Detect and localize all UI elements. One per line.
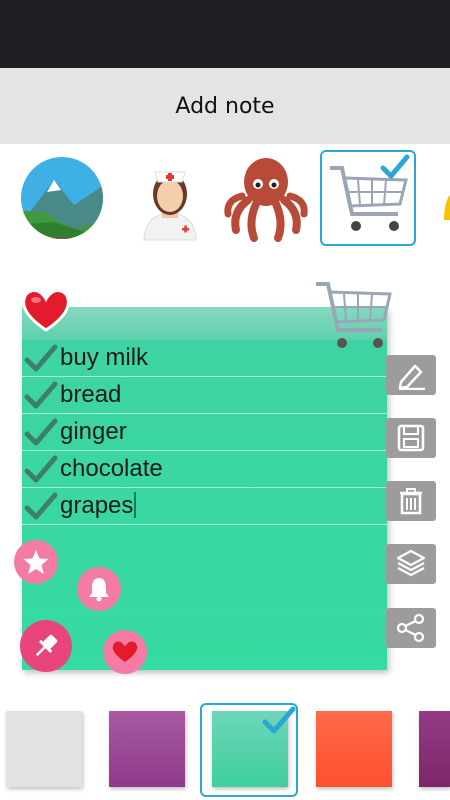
checklist-item[interactable]: bread [22, 377, 387, 414]
color-picker [0, 700, 450, 800]
octopus-icon [224, 158, 308, 242]
text-cursor [134, 492, 137, 518]
checklist-item-text[interactable]: buy milk [60, 344, 148, 372]
checklist-item-text[interactable]: ginger [60, 418, 127, 446]
bell-icon [89, 578, 109, 602]
reminder-button[interactable] [77, 567, 121, 611]
pin-icon [35, 634, 58, 657]
delete-icon [400, 488, 422, 515]
pin-button[interactable] [20, 620, 72, 672]
checklist-item[interactable]: grapes [22, 488, 387, 525]
bell-icon [444, 194, 450, 220]
status-bar [0, 0, 450, 68]
share-icon [396, 613, 425, 643]
checkmark-icon[interactable] [24, 455, 58, 483]
checkmark-icon[interactable] [24, 381, 58, 409]
favorite-heart-icon[interactable] [20, 286, 72, 334]
layers-button[interactable] [386, 544, 436, 584]
edit-button[interactable] [386, 355, 436, 395]
check-icon [380, 154, 410, 179]
swatch-purple[interactable] [109, 711, 185, 787]
layers-icon [396, 549, 426, 577]
heart-icon [112, 641, 138, 662]
share-button[interactable] [386, 608, 436, 648]
checklist-item[interactable]: chocolate [22, 451, 387, 488]
checklist-item-input[interactable]: grapes [60, 492, 133, 519]
checklist-item-text[interactable]: grapes [60, 492, 137, 520]
checklist-item-text[interactable]: bread [60, 381, 121, 409]
checkmark-icon[interactable] [24, 344, 58, 372]
checklist-empty-line[interactable] [22, 525, 387, 562]
delete-button[interactable] [386, 481, 436, 521]
checklist-item[interactable]: ginger [22, 414, 387, 451]
swatch-gray[interactable] [6, 711, 82, 787]
star-icon [23, 550, 49, 574]
sticker-picker [0, 150, 450, 246]
nurse-icon [143, 171, 197, 241]
checklist-item[interactable]: buy milk [22, 340, 387, 377]
sticker-mountain[interactable] [14, 150, 110, 246]
title-bar: Add note [0, 68, 450, 144]
checklist-item-text[interactable]: chocolate [60, 455, 163, 483]
sticker-bell[interactable] [434, 150, 450, 246]
checkmark-icon[interactable] [24, 418, 58, 446]
mountain-landscape-icon [21, 157, 103, 239]
checkmark-icon[interactable] [24, 492, 58, 520]
save-button[interactable] [386, 418, 436, 458]
sticker-nurse[interactable] [122, 150, 218, 246]
sticker-shopping-cart[interactable] [320, 150, 416, 246]
save-icon [397, 424, 425, 452]
page-title: Add note [175, 93, 275, 119]
swatch-orange[interactable] [316, 711, 392, 787]
sticker-octopus[interactable] [218, 150, 314, 246]
check-icon [262, 706, 296, 734]
swatch-magenta[interactable] [419, 711, 450, 787]
star-button[interactable] [14, 540, 58, 584]
edit-icon [398, 364, 425, 390]
heart-button[interactable] [103, 630, 147, 674]
